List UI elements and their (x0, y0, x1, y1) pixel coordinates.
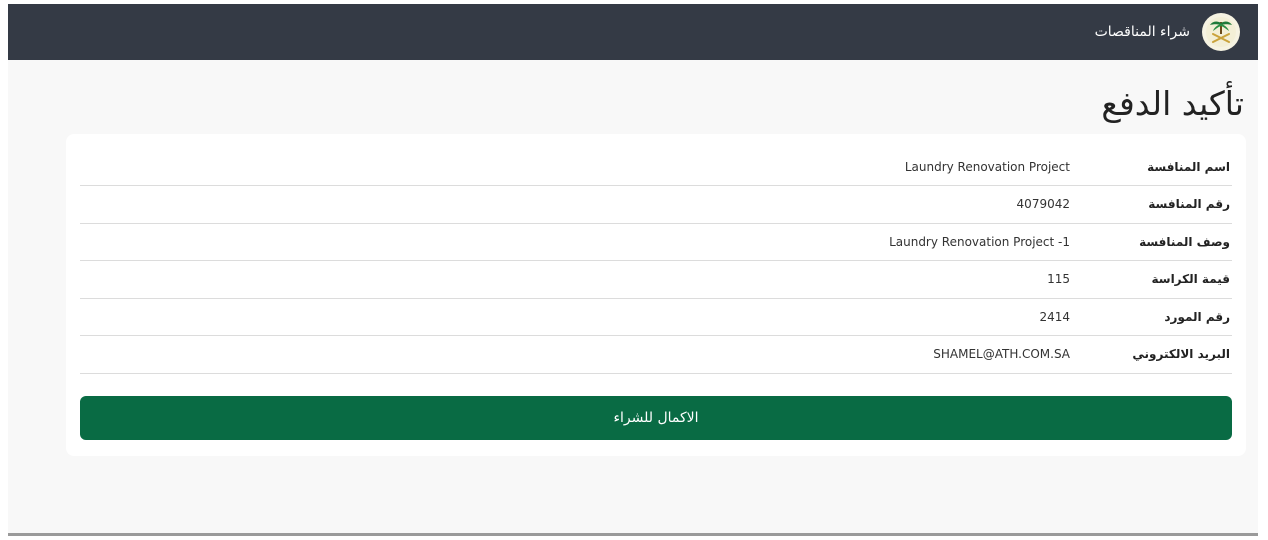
tender-number-label: رقم المنافسة (1148, 197, 1230, 212)
tender-description-value: Laundry Renovation Project -1 (889, 234, 1070, 249)
top-navbar: شراء المناقصات (8, 4, 1258, 60)
tender-description-label: وصف المنافسة (1139, 234, 1230, 249)
booklet-price-value: 115 (1047, 272, 1070, 287)
payment-confirmation-card: اسم المنافسة Laundry Renovation Project … (66, 134, 1246, 456)
booklet-price-label: قيمة الكراسة (1151, 272, 1230, 287)
table-row: رقم المنافسة 4079042 (80, 186, 1232, 223)
tender-details-table: اسم المنافسة Laundry Renovation Project … (80, 148, 1232, 374)
email-label: البريد الالكتروني (1132, 347, 1230, 362)
table-row: وصف المنافسة Laundry Renovation Project … (80, 223, 1232, 261)
tender-name-value: Laundry Renovation Project (904, 159, 1070, 174)
table-row: رقم المورد 2414 (80, 298, 1232, 336)
browser-viewport: شراء المناقصات تأكيد الدفع اسم المنافسة … (8, 4, 1258, 536)
brand-title[interactable]: شراء المناقصات (1095, 24, 1190, 40)
email-value: SHAMEL@ATH.COM.SA (933, 347, 1070, 362)
table-row: اسم المنافسة Laundry Renovation Project (80, 148, 1232, 186)
tender-number-value: 4079042 (1016, 197, 1070, 212)
page-title: تأكيد الدفع (1101, 84, 1244, 123)
table-row: قيمة الكراسة 115 (80, 261, 1232, 298)
supplier-number-label: رقم المورد (1164, 309, 1230, 324)
tender-name-label: اسم المنافسة (1147, 159, 1230, 174)
table-row: البريد الالكتروني SHAMEL@ATH.COM.SA (80, 336, 1232, 373)
palm-swords-emblem-icon[interactable] (1202, 13, 1240, 51)
complete-purchase-button[interactable]: الاكمال للشراء (80, 395, 1232, 440)
supplier-number-value: 2414 (1039, 309, 1070, 324)
